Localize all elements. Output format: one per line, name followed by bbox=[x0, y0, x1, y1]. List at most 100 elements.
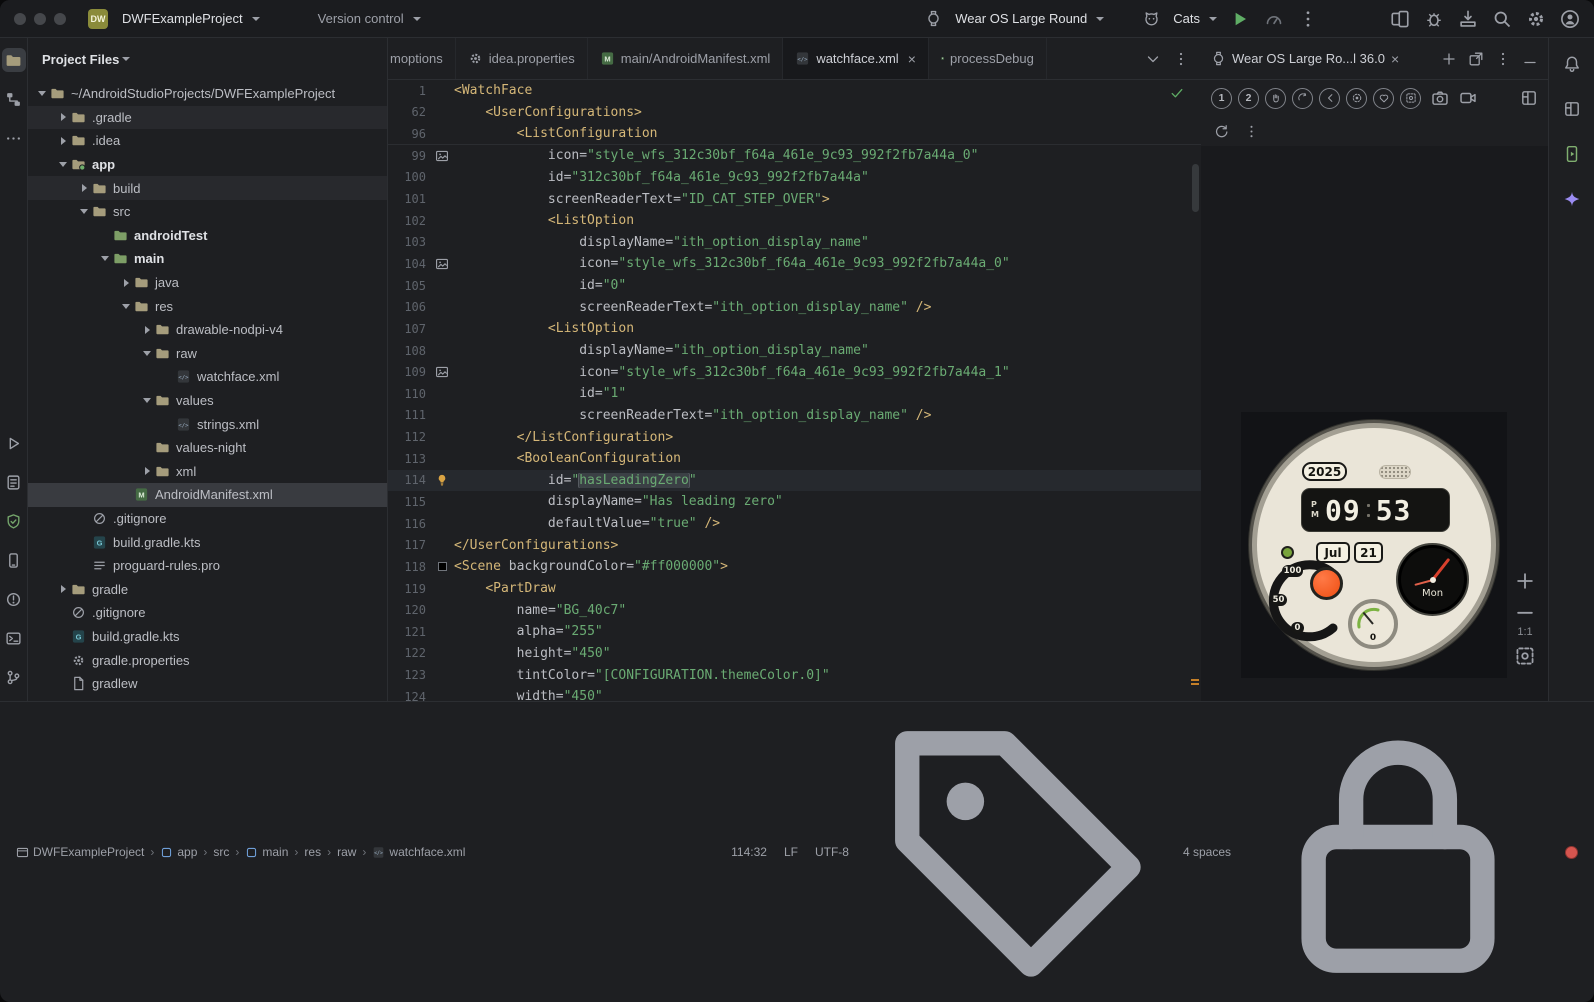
device-screen[interactable]: 2025 P M 09 53 Jul 21 Mon 100 50 0 0 bbox=[1241, 412, 1507, 678]
profiler-button[interactable] bbox=[1264, 9, 1284, 29]
expand-chevron-icon[interactable] bbox=[76, 184, 92, 192]
palm-gesture-icon[interactable] bbox=[1265, 87, 1286, 109]
editor-tab-idea-properties[interactable]: idea.properties bbox=[456, 38, 588, 79]
code-editor[interactable]: 1 <WatchFace 62 <UserConfigurations> 96 <Li… bbox=[388, 80, 1201, 701]
layout-inspector-icon[interactable] bbox=[1560, 97, 1584, 121]
more-actions-icon[interactable] bbox=[1298, 9, 1318, 29]
search-everywhere-icon[interactable] bbox=[1492, 9, 1512, 29]
breadcrumb-item-app[interactable]: app bbox=[160, 845, 197, 859]
wear-button-2-icon[interactable]: 2 bbox=[1238, 87, 1259, 109]
line-number[interactable]: 119 bbox=[388, 582, 430, 596]
code-line-100[interactable]: 100 id="312c30bf_f64a_461e_9c93_992f2fb7… bbox=[388, 167, 1201, 189]
running-devices-icon[interactable] bbox=[1560, 142, 1584, 166]
file-encoding[interactable]: UTF-8 bbox=[815, 845, 849, 859]
code-line-118[interactable]: 118 <Scene backgroundColor="#ff000000"> bbox=[388, 556, 1201, 578]
expand-chevron-icon[interactable] bbox=[34, 91, 50, 96]
intention-bulb-icon[interactable] bbox=[435, 473, 449, 487]
line-number[interactable]: 96 bbox=[388, 127, 430, 141]
more-tools-icon[interactable] bbox=[2, 126, 26, 150]
expand-chevron-icon[interactable] bbox=[118, 279, 134, 287]
device-tab[interactable]: Wear OS Large Ro...l 36.0 × bbox=[1211, 51, 1399, 67]
code-line-111[interactable]: 111 screenReaderText="ith_option_display… bbox=[388, 405, 1201, 427]
line-number[interactable]: 117 bbox=[388, 538, 430, 552]
tree-item-idea[interactable]: .idea bbox=[28, 129, 387, 153]
code-line-107[interactable]: 107 <ListOption bbox=[388, 318, 1201, 340]
code-line-115[interactable]: 115 displayName="Has leading zero" bbox=[388, 491, 1201, 513]
version-control-tool-icon[interactable] bbox=[2, 665, 26, 689]
line-number[interactable]: 105 bbox=[388, 279, 430, 293]
code-line-117[interactable]: 117 </UserConfigurations> bbox=[388, 534, 1201, 556]
line-number[interactable]: 111 bbox=[388, 408, 430, 422]
tree-item-androidmanifest-xml[interactable]: M AndroidManifest.xml bbox=[28, 483, 387, 507]
tree-item-androidtest[interactable]: androidTest bbox=[28, 224, 387, 248]
line-number[interactable]: 120 bbox=[388, 603, 430, 617]
code-line-104[interactable]: 104 icon="style_wfs_312c30bf_f64a_461e_9… bbox=[388, 253, 1201, 275]
breadcrumb-item-watchface-xml[interactable]: </> watchface.xml bbox=[372, 845, 465, 859]
line-number[interactable]: 123 bbox=[388, 668, 430, 682]
breadcrumb-item-main[interactable]: main bbox=[245, 845, 288, 859]
structure-tool-icon[interactable] bbox=[2, 87, 26, 111]
drawable-preview-icon[interactable] bbox=[435, 365, 449, 379]
tree-item-gitignore[interactable]: .gitignore bbox=[28, 507, 387, 531]
minimize-window-button[interactable] bbox=[34, 12, 46, 25]
expand-chevron-icon[interactable] bbox=[55, 162, 71, 167]
line-number[interactable]: 99 bbox=[388, 149, 430, 163]
code-line-62[interactable]: 62 <UserConfigurations> bbox=[388, 102, 1201, 124]
line-number[interactable]: 124 bbox=[388, 690, 430, 701]
expand-chevron-icon[interactable] bbox=[97, 256, 113, 261]
line-number[interactable]: 112 bbox=[388, 430, 430, 444]
tilt-gesture-icon[interactable] bbox=[1292, 87, 1313, 109]
breadcrumb-item-dwfexampleproject[interactable]: DWFExampleProject bbox=[16, 845, 144, 859]
close-device-tab-icon[interactable]: × bbox=[1391, 51, 1399, 67]
tree-item-gradlew[interactable]: gradlew bbox=[28, 672, 387, 696]
line-number[interactable]: 110 bbox=[388, 387, 430, 401]
tree-item-build-gradle-kts[interactable]: Gbuild.gradle.kts bbox=[28, 625, 387, 649]
reset-view-icon[interactable] bbox=[1214, 124, 1229, 139]
wear-button-1-icon[interactable]: 1 bbox=[1211, 87, 1232, 109]
expand-chevron-icon[interactable] bbox=[55, 137, 71, 145]
line-number[interactable]: 104 bbox=[388, 257, 430, 271]
code-line-116[interactable]: 116 defaultValue="true" /> bbox=[388, 513, 1201, 535]
expand-chevron-icon[interactable] bbox=[55, 585, 71, 593]
version-control-menu[interactable]: Version control bbox=[312, 11, 427, 26]
code-line-109[interactable]: 109 icon="style_wfs_312c30bf_f64a_461e_9… bbox=[388, 361, 1201, 383]
line-number[interactable]: 115 bbox=[388, 495, 430, 509]
editor-scrollbar[interactable] bbox=[1189, 80, 1201, 701]
device-selector[interactable]: Wear OS Large Round bbox=[912, 10, 1110, 27]
maximize-window-button[interactable] bbox=[54, 12, 66, 25]
line-number[interactable]: 114 bbox=[388, 473, 430, 487]
line-number[interactable]: 1 bbox=[388, 84, 430, 98]
code-line-119[interactable]: 119 <PartDraw bbox=[388, 578, 1201, 600]
expand-chevron-icon[interactable] bbox=[139, 467, 155, 475]
line-number[interactable]: 109 bbox=[388, 365, 430, 379]
run-button[interactable] bbox=[1230, 9, 1250, 29]
notifications-icon[interactable] bbox=[1560, 52, 1584, 76]
scrollbar-thumb[interactable] bbox=[1192, 164, 1199, 212]
code-line-101[interactable]: 101 screenReaderText="ID_CAT_STEP_OVER"> bbox=[388, 188, 1201, 210]
zoom-in-button[interactable] bbox=[1514, 570, 1536, 592]
profile-avatar[interactable] bbox=[1560, 9, 1580, 29]
line-number[interactable]: 107 bbox=[388, 322, 430, 336]
code-line-112[interactable]: 112 </ListConfiguration> bbox=[388, 426, 1201, 448]
tag-icon[interactable] bbox=[866, 702, 1166, 1002]
tree-item-drawable-nodpi-v4[interactable]: drawable-nodpi-v4 bbox=[28, 318, 387, 342]
tree-item-values[interactable]: values bbox=[28, 389, 387, 413]
expand-chevron-icon[interactable] bbox=[118, 304, 134, 309]
caret-position[interactable]: 114:32 bbox=[731, 845, 767, 859]
editor-tab-moptions[interactable]: moptions bbox=[388, 38, 456, 79]
code-line-121[interactable]: 121 alpha="255" bbox=[388, 621, 1201, 643]
device-explorer-icon[interactable] bbox=[2, 548, 26, 572]
line-number[interactable]: 103 bbox=[388, 235, 430, 249]
code-line-99[interactable]: 99 icon="style_wfs_312c30bf_f64a_461e_9c… bbox=[388, 145, 1201, 167]
tree-item-gradle[interactable]: gradle bbox=[28, 577, 387, 601]
code-line-110[interactable]: 110 id="1" bbox=[388, 383, 1201, 405]
expand-chevron-icon[interactable] bbox=[139, 326, 155, 334]
tree-item-androidstudioprojects-dwfexampleproject[interactable]: ~/AndroidStudioProjects/DWFExampleProjec… bbox=[28, 82, 387, 106]
tree-item-build-gradle-kts[interactable]: Gbuild.gradle.kts bbox=[28, 530, 387, 554]
project-panel-header[interactable]: Project Files bbox=[28, 38, 387, 80]
line-number[interactable]: 100 bbox=[388, 170, 430, 184]
expand-chevron-icon[interactable] bbox=[139, 351, 155, 356]
code-line-114[interactable]: 114 id="hasLeadingZero" bbox=[388, 469, 1201, 492]
panel-options-icon[interactable] bbox=[1495, 51, 1511, 67]
run-config-selector[interactable]: Cats bbox=[1130, 10, 1223, 27]
